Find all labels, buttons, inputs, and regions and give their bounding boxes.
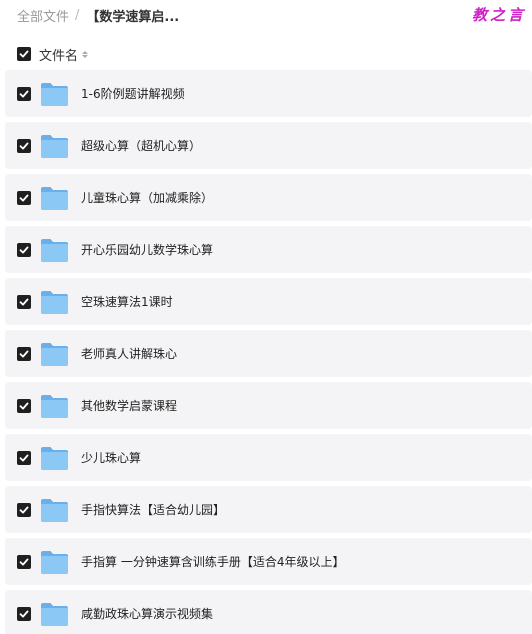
folder-icon [41,498,68,522]
row-checkbox[interactable] [17,502,31,517]
list-header: 文件名 [17,45,89,64]
row-checkbox[interactable] [17,138,31,153]
file-row[interactable]: 开心乐园幼儿数学珠心算 [5,226,532,273]
file-name[interactable]: 超级心算（超机心算） [81,137,201,154]
folder-icon [41,446,68,470]
check-icon [19,246,29,253]
row-checkbox[interactable] [17,346,31,361]
file-row[interactable]: 手指快算法【适合幼儿园】 [5,486,532,533]
watermark-logo: 教之言 [472,6,527,24]
check-icon [19,454,29,461]
check-icon [19,194,29,201]
row-checkbox[interactable] [17,606,31,621]
row-checkbox[interactable] [17,450,31,465]
file-name[interactable]: 开心乐园幼儿数学珠心算 [81,241,213,258]
row-checkbox[interactable] [17,554,31,569]
folder-icon [41,186,68,210]
folder-icon [41,82,68,106]
breadcrumb-separator: / [75,7,80,23]
folder-icon [41,602,68,626]
sort-icon[interactable] [82,50,89,58]
file-name[interactable]: 手指快算法【适合幼儿园】 [81,501,225,518]
file-row[interactable]: 老师真人讲解珠心 [5,330,532,377]
check-icon [19,610,29,617]
file-row[interactable]: 手指算 一分钟速算含训练手册【适合4年级以上】 [5,538,532,585]
file-name[interactable]: 老师真人讲解珠心 [81,345,177,362]
file-browser: 全部文件 / 【数学速算启... 教之言 文件名 1-6阶例题讲解视频 超级心算（… [0,0,532,634]
check-icon [19,142,29,149]
check-icon [19,558,29,565]
breadcrumb: 全部文件 / 【数学速算启... [17,6,180,25]
file-row[interactable]: 1-6阶例题讲解视频 [5,70,532,117]
check-icon [19,350,29,357]
file-name[interactable]: 咸勤政珠心算演示视频集 [81,605,213,622]
row-checkbox[interactable] [17,294,31,309]
file-list: 1-6阶例题讲解视频 超级心算（超机心算） 儿童珠心算（加减乘除） 开心乐园幼儿数学珠… [5,70,532,634]
column-header-filename[interactable]: 文件名 [39,45,78,64]
file-name[interactable]: 儿童珠心算（加减乘除） [81,189,213,206]
file-name[interactable]: 其他数学启蒙课程 [81,397,177,414]
file-name[interactable]: 1-6阶例题讲解视频 [81,85,185,102]
row-checkbox[interactable] [17,86,31,101]
folder-icon [41,290,68,314]
file-row[interactable]: 儿童珠心算（加减乘除） [5,174,532,221]
breadcrumb-root-link[interactable]: 全部文件 [17,6,69,25]
folder-icon [41,134,68,158]
check-icon [19,50,29,58]
file-row[interactable]: 空珠速算法1课时 [5,278,532,325]
breadcrumb-current-folder: 【数学速算启... [86,9,180,25]
folder-icon [41,394,68,418]
file-row[interactable]: 其他数学启蒙课程 [5,382,532,429]
check-icon [19,90,29,97]
select-all-checkbox[interactable] [17,47,31,61]
file-row[interactable]: 咸勤政珠心算演示视频集 [5,590,532,634]
file-row[interactable]: 少儿珠心算 [5,434,532,481]
row-checkbox[interactable] [17,190,31,205]
folder-icon [41,342,68,366]
file-name[interactable]: 少儿珠心算 [81,449,141,466]
row-checkbox[interactable] [17,242,31,257]
file-row[interactable]: 超级心算（超机心算） [5,122,532,169]
check-icon [19,506,29,513]
folder-icon [41,550,68,574]
row-checkbox[interactable] [17,398,31,413]
file-name[interactable]: 空珠速算法1课时 [81,293,173,310]
file-name[interactable]: 手指算 一分钟速算含训练手册【适合4年级以上】 [81,553,344,570]
check-icon [19,298,29,305]
folder-icon [41,238,68,262]
check-icon [19,402,29,409]
